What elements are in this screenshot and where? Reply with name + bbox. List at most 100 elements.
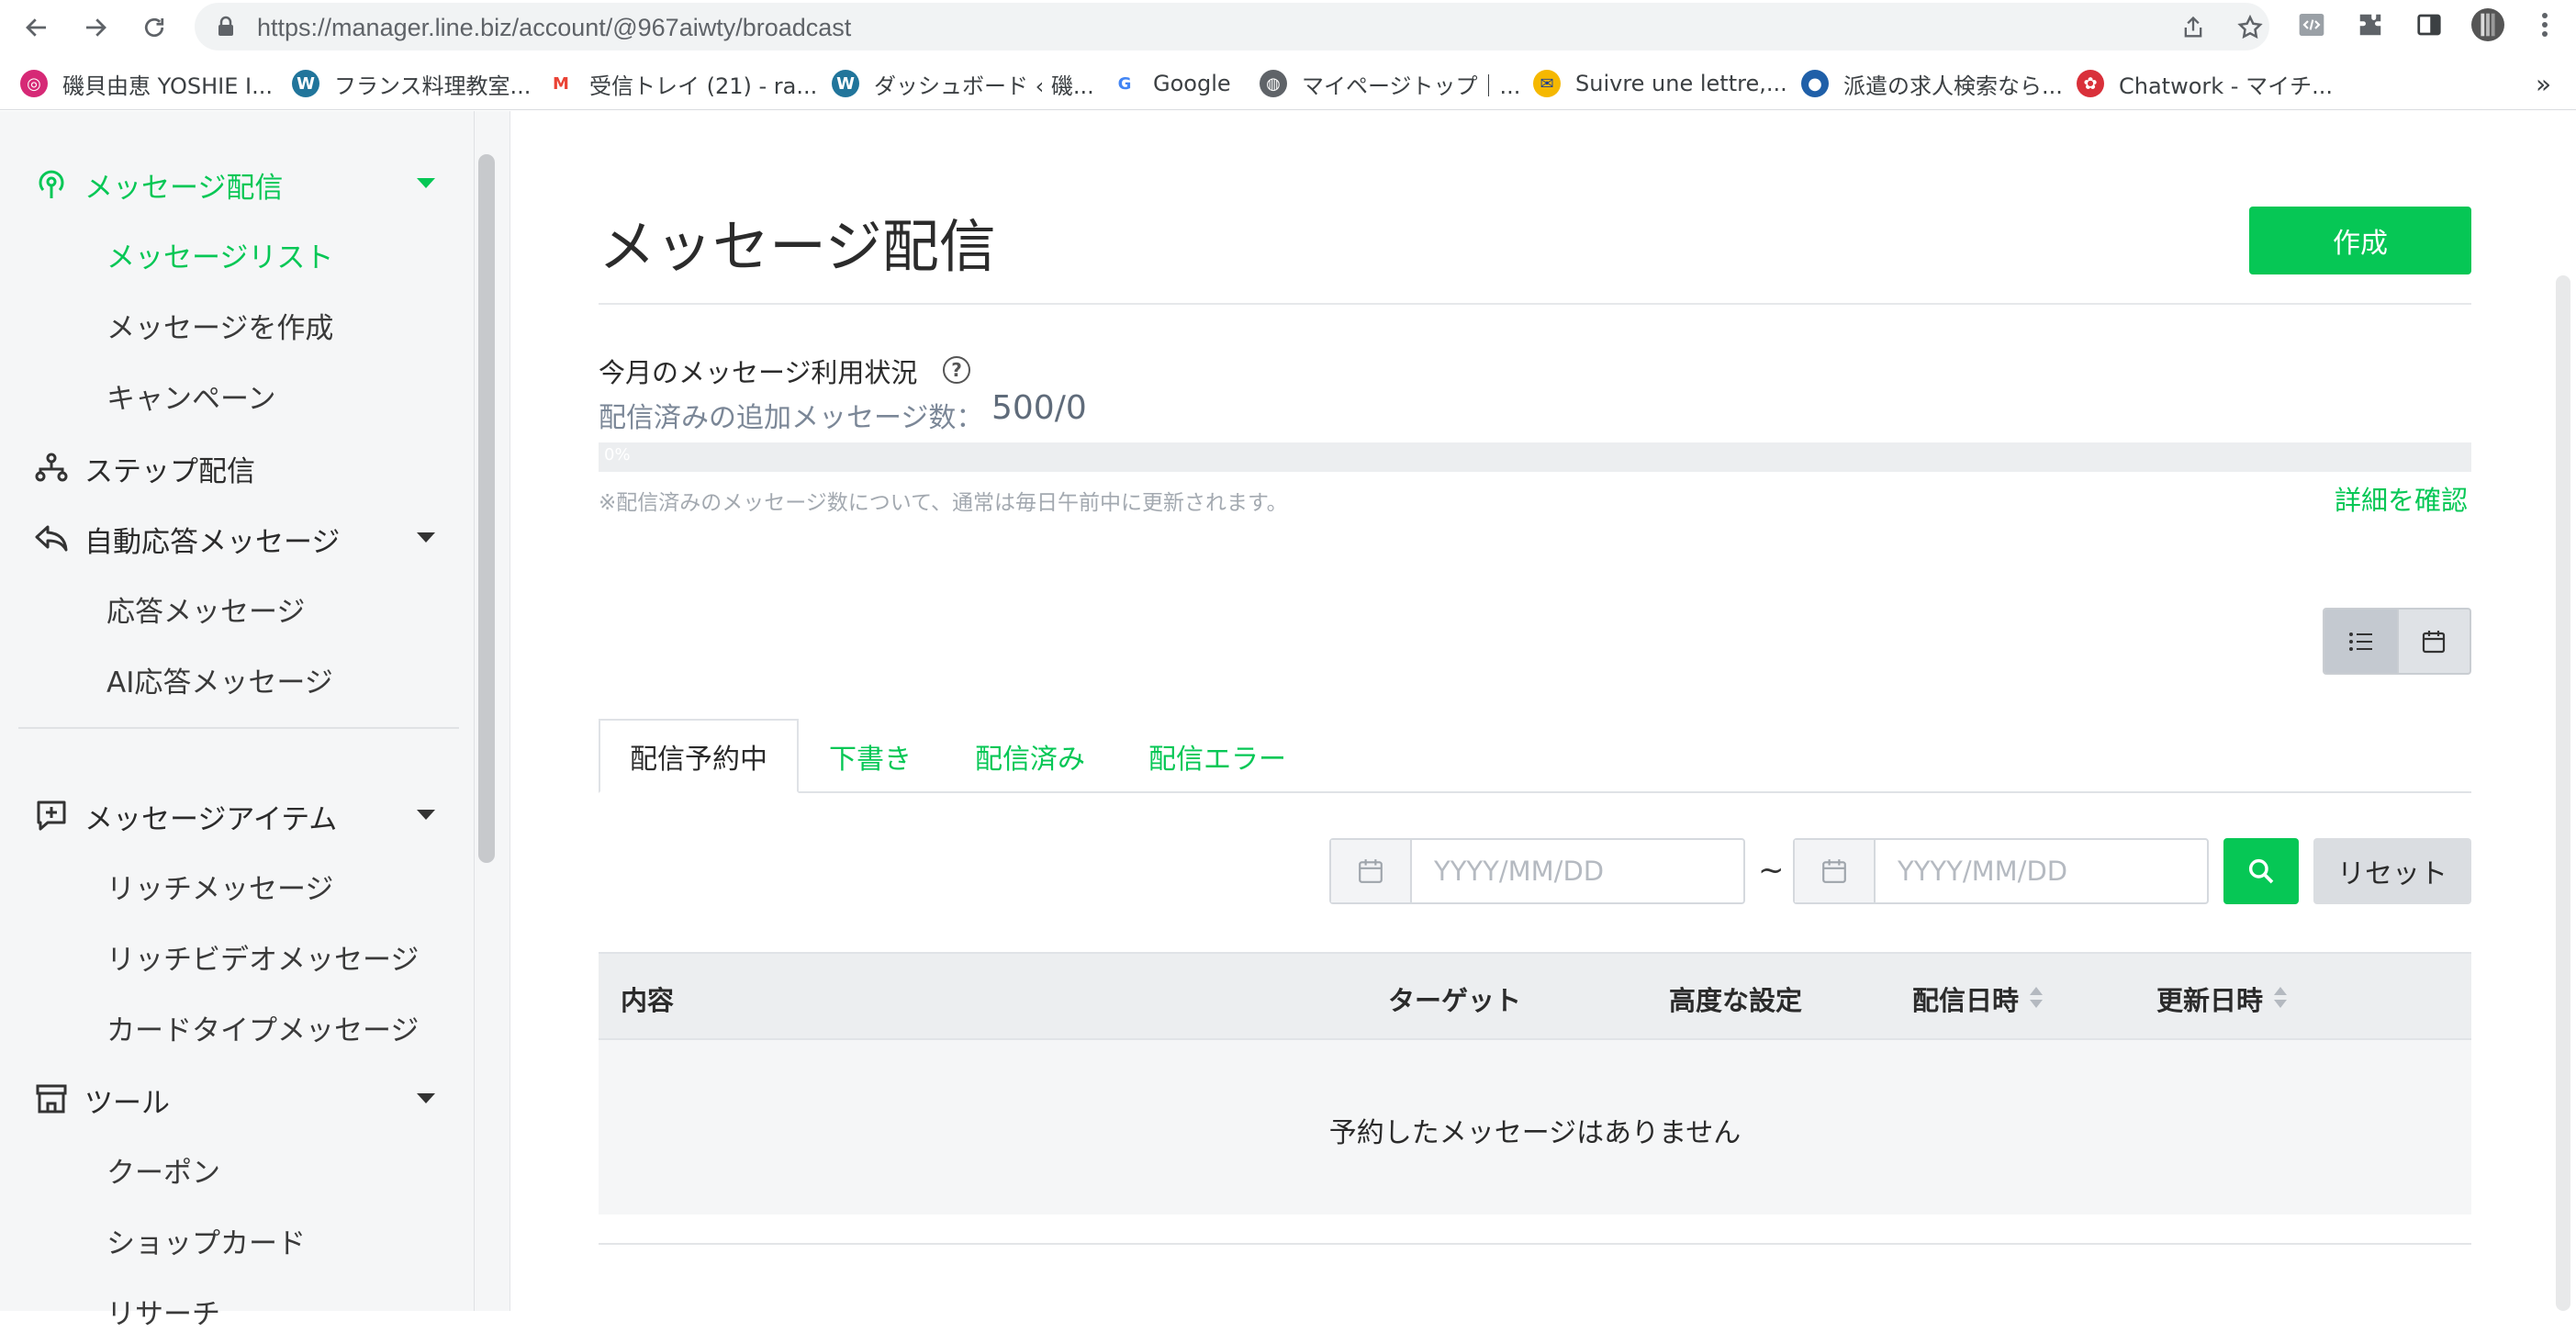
- forward-button[interactable]: [75, 7, 116, 48]
- sidebar-item-message-list[interactable]: メッセージリスト: [106, 234, 333, 275]
- sidebar-item-coupon[interactable]: クーポン: [106, 1149, 220, 1191]
- sort-icon[interactable]: [2030, 987, 2044, 1011]
- search-icon: [2248, 858, 2274, 884]
- sidebar-item-rich-video[interactable]: リッチビデオメッセージ: [106, 936, 419, 978]
- sidebar-item-create-message[interactable]: メッセージを作成: [106, 305, 333, 346]
- bookmarks-overflow-button[interactable]: »: [2536, 68, 2551, 99]
- kebab-menu-icon[interactable]: [2528, 8, 2561, 41]
- page-title: メッセージ配信: [599, 213, 996, 280]
- bookmark-7[interactable]: ✉ Suivre une lettre,...: [1533, 68, 1787, 99]
- sidebar-divider: [18, 727, 459, 729]
- sidebar-item-ai-reply[interactable]: AI応答メッセージ: [106, 659, 333, 700]
- usage-progress-label: 0%: [604, 445, 631, 465]
- table-header: 内容 ターゲット 高度な設定 配信日時 更新日時: [599, 952, 2471, 1040]
- nav-group-message-items[interactable]: メッセージアイテム: [0, 781, 459, 845]
- usage-title: 今月のメッセージ利用状況: [599, 357, 918, 388]
- caret-down-icon: [417, 178, 435, 188]
- bookmark-8[interactable]: ● 派遣の求人検索なら...: [1801, 68, 2063, 99]
- nav-group-autoreply[interactable]: 自動応答メッセージ: [0, 504, 459, 568]
- reply-icon: [35, 525, 68, 552]
- sidebar-item-shop-card[interactable]: ショップカード: [106, 1220, 306, 1261]
- table-bottom-divider: [599, 1243, 2471, 1245]
- usage-count-label: 配信済みの追加メッセージ数：: [599, 402, 984, 434]
- help-icon[interactable]: ?: [943, 356, 970, 384]
- sidebar-item-card-message[interactable]: カードタイプメッセージ: [106, 1007, 419, 1048]
- empty-state-message: 予約したメッセージはありません: [1328, 1117, 1742, 1149]
- tab-scheduled[interactable]: 配信予約中: [599, 719, 799, 793]
- view-toggle: [2323, 608, 2471, 675]
- caret-down-icon: [417, 810, 435, 820]
- bookmark-3[interactable]: M 受信トレイ (21) - ra...: [547, 68, 817, 99]
- step-tree-icon: [35, 453, 68, 482]
- search-button[interactable]: [2223, 838, 2299, 904]
- reload-button[interactable]: [134, 7, 174, 48]
- tab-errors[interactable]: 配信エラー: [1148, 719, 1286, 793]
- sidebar-scroll-track: [474, 111, 475, 1311]
- bookmark-5[interactable]: G Google: [1111, 68, 1231, 99]
- bookmark-6[interactable]: ◍ マイページトップ｜...: [1260, 68, 1520, 99]
- laposte-icon: ✉: [1533, 70, 1561, 97]
- address-bar[interactable]: https://manager.line.biz/account/@967aiw…: [195, 3, 2269, 50]
- bookmark-2[interactable]: W フランス料理教室...: [292, 68, 531, 99]
- url-text: https://manager.line.biz/account/@967aiw…: [257, 14, 852, 41]
- sidebar-item-research[interactable]: リサーチ: [106, 1291, 220, 1332]
- column-advanced: 高度な設定: [1669, 985, 1803, 1016]
- bookmark-4[interactable]: W ダッシュボード ‹ 磯...: [832, 68, 1094, 99]
- nav-group-step[interactable]: ステップ配信: [0, 433, 459, 498]
- sort-icon[interactable]: [2274, 987, 2288, 1011]
- add-message-icon: [37, 800, 66, 831]
- back-button[interactable]: [17, 7, 57, 48]
- calendar-icon: [2423, 630, 2446, 653]
- shop-icon: [36, 1084, 67, 1114]
- lock-icon: [218, 16, 233, 36]
- tab-drafts[interactable]: 下書き: [829, 719, 912, 793]
- share-icon[interactable]: [2178, 12, 2209, 43]
- tab-sent[interactable]: 配信済み: [975, 719, 1085, 793]
- side-panel-icon[interactable]: [2413, 8, 2446, 41]
- column-send-date[interactable]: 配信日時: [1912, 979, 2044, 1018]
- caret-down-icon: [417, 1093, 435, 1103]
- google-icon: G: [1111, 70, 1138, 97]
- instagram-icon: ◎: [20, 70, 48, 97]
- details-link[interactable]: 詳細を確認: [2335, 479, 2468, 518]
- arrow-right-icon: [86, 18, 106, 37]
- sidebar-item-campaign[interactable]: キャンペーン: [106, 375, 275, 417]
- nav-group-broadcast[interactable]: メッセージ配信: [0, 150, 459, 214]
- bookmark-1[interactable]: ◎ 磯貝由恵 YOSHIE I...: [20, 68, 273, 99]
- end-date-input[interactable]: YYYY/MM/DD: [1876, 840, 2207, 902]
- list-icon: [2349, 632, 2373, 651]
- sidebar-scrollbar[interactable]: [478, 154, 495, 863]
- sidebar-item-rich-message[interactable]: リッチメッセージ: [106, 866, 333, 907]
- date-range-separator: ~: [1758, 852, 1785, 889]
- broadcast-icon: [39, 170, 64, 198]
- reset-button[interactable]: リセット: [2313, 838, 2471, 904]
- end-date-field[interactable]: YYYY/MM/DD: [1793, 838, 2209, 904]
- title-divider: [599, 303, 2471, 305]
- browser-toolbar: https://manager.line.biz/account/@967aiw…: [0, 0, 2576, 53]
- globe-icon: ◍: [1260, 70, 1287, 97]
- calendar-view-button[interactable]: [2396, 610, 2470, 673]
- usage-note: ※配信済みのメッセージ数について、通常は毎日午前中に更新されます。: [599, 491, 1288, 515]
- usage-count-value: 500/0: [991, 389, 1087, 427]
- start-date-input[interactable]: YYYY/MM/DD: [1412, 840, 1743, 902]
- chatwork-icon: ✿: [2077, 70, 2104, 97]
- bookmark-9[interactable]: ✿ Chatwork - マイチ...: [2077, 68, 2333, 99]
- reload-icon: [144, 17, 164, 38]
- create-button[interactable]: 作成: [2249, 207, 2471, 274]
- bookmarks-bar: ◎ 磯貝由恵 YOSHIE I... W フランス料理教室... M 受信トレイ (2…: [0, 57, 2576, 110]
- puzzle-icon[interactable]: [2354, 8, 2387, 41]
- nav-group-tools[interactable]: ツール: [0, 1065, 459, 1129]
- star-icon[interactable]: [2234, 12, 2266, 43]
- start-date-field[interactable]: YYYY/MM/DD: [1329, 838, 1745, 904]
- table-body: 予約したメッセージはありません: [599, 1040, 2471, 1214]
- calendar-icon: [1331, 840, 1412, 902]
- avatar[interactable]: [2471, 8, 2504, 41]
- list-view-button[interactable]: [2324, 610, 2397, 673]
- sidebar-item-reply-message[interactable]: 応答メッセージ: [106, 588, 305, 630]
- column-updated-date[interactable]: 更新日時: [2156, 979, 2288, 1018]
- devtools-extension-icon[interactable]: [2295, 8, 2328, 41]
- wordpress-icon: W: [292, 70, 319, 97]
- page-scrollbar[interactable]: [2556, 275, 2570, 1311]
- job-site-icon: ●: [1801, 70, 1829, 97]
- usage-progress-bar: 0%: [599, 442, 2471, 472]
